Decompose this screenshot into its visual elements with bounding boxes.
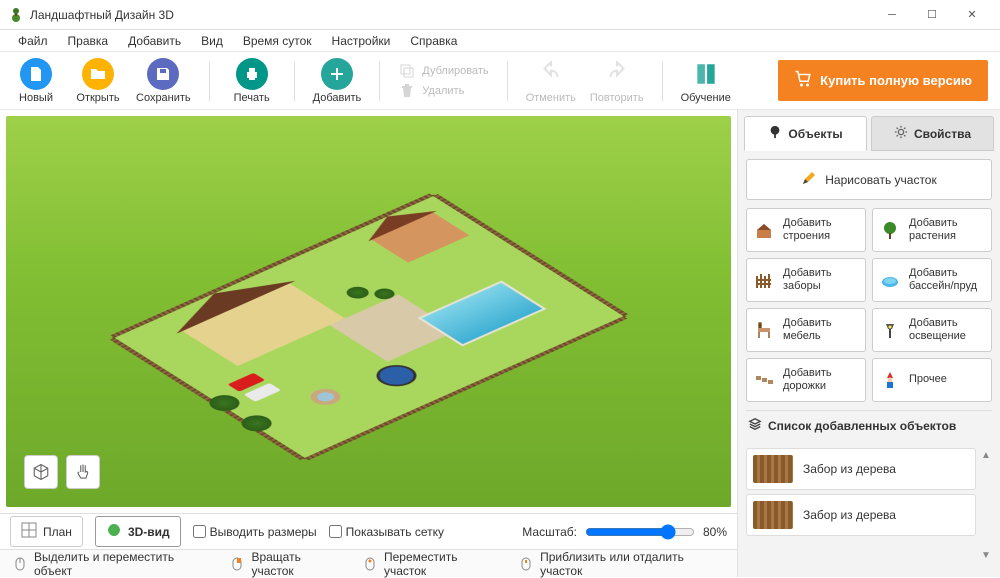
gear-icon <box>894 125 908 142</box>
house-icon <box>753 219 775 241</box>
menu-help[interactable]: Справка <box>402 32 465 50</box>
tutorial-button[interactable]: Обучение <box>681 58 731 104</box>
chair-icon <box>753 319 775 341</box>
plan-view-button[interactable]: План <box>10 516 83 547</box>
mouse-icon <box>12 556 28 572</box>
pan-button[interactable] <box>66 455 100 489</box>
window-maximize-button[interactable]: ☐ <box>912 1 952 29</box>
redo-button[interactable]: Повторить <box>590 58 644 104</box>
leaf-icon <box>106 522 122 541</box>
print-icon <box>236 58 268 90</box>
duplicate-button[interactable]: Дублировать <box>398 62 488 80</box>
menubar: Файл Правка Добавить Вид Время суток Нас… <box>0 30 1000 52</box>
menu-add[interactable]: Добавить <box>120 32 189 50</box>
add-furniture-button[interactable]: Добавить мебель <box>746 308 866 352</box>
window-minimize-button[interactable]: ─ <box>872 1 912 29</box>
add-other-button[interactable]: Прочее <box>872 358 992 402</box>
object-list-header: Список добавленных объектов <box>746 410 992 440</box>
duplicate-icon <box>398 62 416 80</box>
trash-icon <box>398 82 416 100</box>
lamp-icon <box>879 319 901 341</box>
layers-icon <box>748 417 762 434</box>
save-button[interactable]: Сохранить <box>136 58 191 104</box>
statusbar: Выделить и переместить объект Вращать уч… <box>0 549 737 577</box>
save-icon <box>147 58 179 90</box>
scroll-up-icon[interactable]: ▲ <box>981 450 991 461</box>
mouse-icon <box>518 556 534 572</box>
status-move: Переместить участок <box>362 550 500 578</box>
menu-time[interactable]: Время суток <box>235 32 320 50</box>
undo-icon <box>535 58 567 90</box>
pencil-icon <box>801 170 817 189</box>
open-button[interactable]: Открыть <box>74 58 122 104</box>
path-icon <box>753 369 775 391</box>
folder-icon <box>82 58 114 90</box>
menu-file[interactable]: Файл <box>10 32 56 50</box>
new-button[interactable]: Новый <box>12 58 60 104</box>
scale-value: 80% <box>703 525 727 539</box>
tree-icon <box>879 219 901 241</box>
right-panel: Объекты Свойства Нарисовать участок Доба… <box>738 110 1000 577</box>
tree-icon <box>768 125 782 142</box>
status-zoom: Приблизить или отдалить участок <box>518 550 725 578</box>
status-rotate: Вращать участок <box>229 550 344 578</box>
plus-icon <box>321 58 353 90</box>
separator <box>507 61 508 101</box>
list-item[interactable]: Забор из дерева <box>746 448 976 490</box>
menu-settings[interactable]: Настройки <box>324 32 399 50</box>
separator <box>379 61 380 101</box>
separator <box>662 61 663 101</box>
delete-button[interactable]: Удалить <box>398 82 488 100</box>
print-button[interactable]: Печать <box>228 58 276 104</box>
list-item[interactable]: Забор из дерева <box>746 494 976 536</box>
3d-viewport[interactable] <box>6 116 731 507</box>
draw-plot-button[interactable]: Нарисовать участок <box>746 159 992 200</box>
separator <box>294 61 295 101</box>
scroll-down-icon[interactable]: ▼ <box>981 550 991 561</box>
undo-button[interactable]: Отменить <box>526 58 576 104</box>
mouse-icon <box>362 556 378 572</box>
buy-full-version-button[interactable]: Купить полную версию <box>778 60 988 101</box>
menu-edit[interactable]: Правка <box>60 32 117 50</box>
add-fences-button[interactable]: Добавить заборы <box>746 258 866 302</box>
fence-icon <box>753 269 775 291</box>
titlebar: Ландшафтный Дизайн 3D ─ ☐ ✕ <box>0 0 1000 30</box>
show-dimensions-checkbox[interactable]: Выводить размеры <box>193 525 317 539</box>
add-buildings-button[interactable]: Добавить строения <box>746 208 866 252</box>
add-pool-button[interactable]: Добавить бассейн/пруд <box>872 258 992 302</box>
pool-icon <box>879 269 901 291</box>
tab-objects[interactable]: Объекты <box>744 116 867 151</box>
cart-icon <box>794 70 812 91</box>
view-controls: План 3D-вид Выводить размеры Показывать … <box>0 513 737 549</box>
plan-icon <box>21 522 37 541</box>
redo-icon <box>601 58 633 90</box>
book-icon <box>690 58 722 90</box>
window-title: Ландшафтный Дизайн 3D <box>30 8 872 22</box>
toolbar: Новый Открыть Сохранить Печать Добавить … <box>0 52 1000 110</box>
file-icon <box>20 58 52 90</box>
list-scrollbar[interactable]: ▲ ▼ <box>980 448 992 563</box>
add-plants-button[interactable]: Добавить растения <box>872 208 992 252</box>
cube-view-button[interactable] <box>24 455 58 489</box>
tab-properties[interactable]: Свойства <box>871 116 994 151</box>
status-select: Выделить и переместить объект <box>12 550 211 578</box>
app-icon <box>8 7 24 23</box>
mouse-icon <box>229 556 245 572</box>
add-paths-button[interactable]: Добавить дорожки <box>746 358 866 402</box>
scale-slider[interactable] <box>585 524 695 540</box>
fence-thumb-icon <box>753 501 793 529</box>
show-grid-checkbox[interactable]: Показывать сетку <box>329 525 444 539</box>
add-lighting-button[interactable]: Добавить освещение <box>872 308 992 352</box>
3d-view-button[interactable]: 3D-вид <box>95 516 181 547</box>
scale-label: Масштаб: <box>522 525 577 539</box>
fence-thumb-icon <box>753 455 793 483</box>
window-close-button[interactable]: ✕ <box>952 1 992 29</box>
object-list: Забор из дерева Забор из дерева <box>746 448 976 563</box>
separator <box>209 61 210 101</box>
menu-view[interactable]: Вид <box>193 32 231 50</box>
add-button[interactable]: Добавить <box>313 58 362 104</box>
gnome-icon <box>879 369 901 391</box>
